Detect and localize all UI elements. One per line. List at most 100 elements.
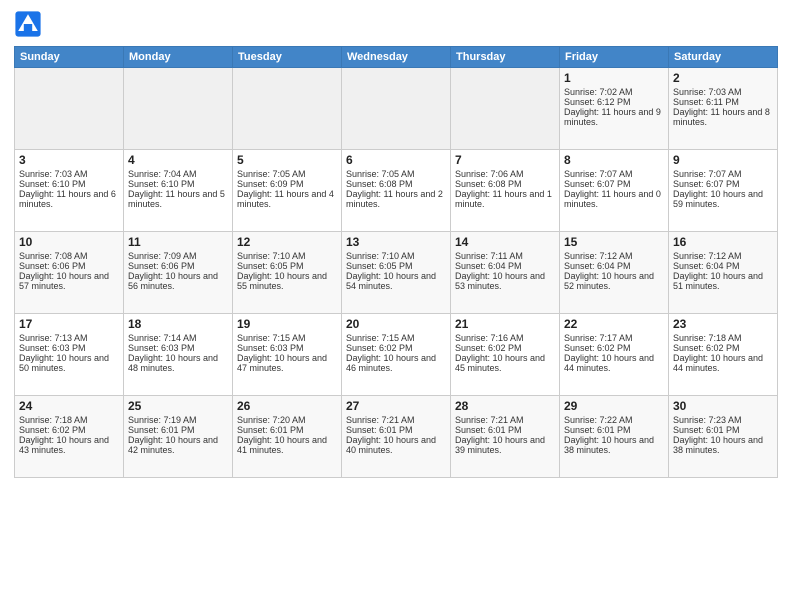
calendar-cell: 16Sunrise: 7:12 AMSunset: 6:04 PMDayligh… xyxy=(669,232,778,314)
daylight-text: Daylight: 10 hours and 42 minutes. xyxy=(128,435,228,455)
calendar-week-row: 24Sunrise: 7:18 AMSunset: 6:02 PMDayligh… xyxy=(15,396,778,478)
daylight-text: Daylight: 10 hours and 44 minutes. xyxy=(564,353,664,373)
sunset-text: Sunset: 6:03 PM xyxy=(237,343,337,353)
calendar-cell xyxy=(124,68,233,150)
day-number: 25 xyxy=(128,399,228,413)
sunset-text: Sunset: 6:05 PM xyxy=(237,261,337,271)
day-number: 10 xyxy=(19,235,119,249)
calendar-cell: 1Sunrise: 7:02 AMSunset: 6:12 PMDaylight… xyxy=(560,68,669,150)
calendar-cell: 20Sunrise: 7:15 AMSunset: 6:02 PMDayligh… xyxy=(342,314,451,396)
sunset-text: Sunset: 6:06 PM xyxy=(128,261,228,271)
daylight-text: Daylight: 11 hours and 4 minutes. xyxy=(237,189,337,209)
calendar-container: SundayMondayTuesdayWednesdayThursdayFrid… xyxy=(0,0,792,612)
sunrise-text: Sunrise: 7:11 AM xyxy=(455,251,555,261)
daylight-text: Daylight: 10 hours and 45 minutes. xyxy=(455,353,555,373)
sunrise-text: Sunrise: 7:22 AM xyxy=(564,415,664,425)
sunset-text: Sunset: 6:10 PM xyxy=(128,179,228,189)
daylight-text: Daylight: 11 hours and 1 minute. xyxy=(455,189,555,209)
weekday-header: Tuesday xyxy=(233,47,342,68)
daylight-text: Daylight: 10 hours and 38 minutes. xyxy=(564,435,664,455)
weekday-header: Wednesday xyxy=(342,47,451,68)
sunrise-text: Sunrise: 7:21 AM xyxy=(455,415,555,425)
calendar-week-row: 3Sunrise: 7:03 AMSunset: 6:10 PMDaylight… xyxy=(15,150,778,232)
day-number: 29 xyxy=(564,399,664,413)
day-number: 28 xyxy=(455,399,555,413)
calendar-cell xyxy=(451,68,560,150)
day-number: 24 xyxy=(19,399,119,413)
calendar-cell: 4Sunrise: 7:04 AMSunset: 6:10 PMDaylight… xyxy=(124,150,233,232)
sunrise-text: Sunrise: 7:18 AM xyxy=(19,415,119,425)
weekday-header: Thursday xyxy=(451,47,560,68)
calendar-body: 1Sunrise: 7:02 AMSunset: 6:12 PMDaylight… xyxy=(15,68,778,478)
sunrise-text: Sunrise: 7:13 AM xyxy=(19,333,119,343)
daylight-text: Daylight: 10 hours and 40 minutes. xyxy=(346,435,446,455)
calendar-cell: 9Sunrise: 7:07 AMSunset: 6:07 PMDaylight… xyxy=(669,150,778,232)
sunrise-text: Sunrise: 7:07 AM xyxy=(673,169,773,179)
sunrise-text: Sunrise: 7:04 AM xyxy=(128,169,228,179)
sunset-text: Sunset: 6:01 PM xyxy=(128,425,228,435)
calendar-cell: 19Sunrise: 7:15 AMSunset: 6:03 PMDayligh… xyxy=(233,314,342,396)
daylight-text: Daylight: 10 hours and 52 minutes. xyxy=(564,271,664,291)
logo-icon xyxy=(14,10,42,38)
day-number: 6 xyxy=(346,153,446,167)
calendar-week-row: 1Sunrise: 7:02 AMSunset: 6:12 PMDaylight… xyxy=(15,68,778,150)
day-number: 21 xyxy=(455,317,555,331)
calendar-cell: 3Sunrise: 7:03 AMSunset: 6:10 PMDaylight… xyxy=(15,150,124,232)
calendar-cell: 10Sunrise: 7:08 AMSunset: 6:06 PMDayligh… xyxy=(15,232,124,314)
daylight-text: Daylight: 11 hours and 8 minutes. xyxy=(673,107,773,127)
calendar-header xyxy=(14,10,778,38)
sunrise-text: Sunrise: 7:12 AM xyxy=(673,251,773,261)
calendar-cell: 6Sunrise: 7:05 AMSunset: 6:08 PMDaylight… xyxy=(342,150,451,232)
calendar-table: SundayMondayTuesdayWednesdayThursdayFrid… xyxy=(14,46,778,478)
calendar-cell: 15Sunrise: 7:12 AMSunset: 6:04 PMDayligh… xyxy=(560,232,669,314)
daylight-text: Daylight: 10 hours and 56 minutes. xyxy=(128,271,228,291)
sunset-text: Sunset: 6:02 PM xyxy=(346,343,446,353)
sunrise-text: Sunrise: 7:17 AM xyxy=(564,333,664,343)
day-number: 5 xyxy=(237,153,337,167)
calendar-cell xyxy=(342,68,451,150)
calendar-cell: 29Sunrise: 7:22 AMSunset: 6:01 PMDayligh… xyxy=(560,396,669,478)
sunset-text: Sunset: 6:01 PM xyxy=(346,425,446,435)
sunrise-text: Sunrise: 7:20 AM xyxy=(237,415,337,425)
day-number: 27 xyxy=(346,399,446,413)
sunrise-text: Sunrise: 7:10 AM xyxy=(346,251,446,261)
daylight-text: Daylight: 10 hours and 53 minutes. xyxy=(455,271,555,291)
sunrise-text: Sunrise: 7:03 AM xyxy=(19,169,119,179)
sunrise-text: Sunrise: 7:06 AM xyxy=(455,169,555,179)
calendar-thead: SundayMondayTuesdayWednesdayThursdayFrid… xyxy=(15,47,778,68)
sunset-text: Sunset: 6:08 PM xyxy=(346,179,446,189)
weekday-header: Monday xyxy=(124,47,233,68)
sunrise-text: Sunrise: 7:14 AM xyxy=(128,333,228,343)
sunset-text: Sunset: 6:04 PM xyxy=(455,261,555,271)
sunset-text: Sunset: 6:02 PM xyxy=(455,343,555,353)
sunset-text: Sunset: 6:01 PM xyxy=(673,425,773,435)
calendar-cell: 11Sunrise: 7:09 AMSunset: 6:06 PMDayligh… xyxy=(124,232,233,314)
sunrise-text: Sunrise: 7:19 AM xyxy=(128,415,228,425)
daylight-text: Daylight: 10 hours and 50 minutes. xyxy=(19,353,119,373)
calendar-cell: 8Sunrise: 7:07 AMSunset: 6:07 PMDaylight… xyxy=(560,150,669,232)
day-number: 3 xyxy=(19,153,119,167)
sunset-text: Sunset: 6:10 PM xyxy=(19,179,119,189)
daylight-text: Daylight: 10 hours and 51 minutes. xyxy=(673,271,773,291)
calendar-cell xyxy=(15,68,124,150)
sunset-text: Sunset: 6:09 PM xyxy=(237,179,337,189)
daylight-text: Daylight: 10 hours and 39 minutes. xyxy=(455,435,555,455)
day-number: 19 xyxy=(237,317,337,331)
sunset-text: Sunset: 6:05 PM xyxy=(346,261,446,271)
logo xyxy=(14,10,46,38)
sunset-text: Sunset: 6:02 PM xyxy=(564,343,664,353)
calendar-cell: 12Sunrise: 7:10 AMSunset: 6:05 PMDayligh… xyxy=(233,232,342,314)
sunset-text: Sunset: 6:03 PM xyxy=(19,343,119,353)
day-number: 22 xyxy=(564,317,664,331)
calendar-cell: 2Sunrise: 7:03 AMSunset: 6:11 PMDaylight… xyxy=(669,68,778,150)
sunrise-text: Sunrise: 7:15 AM xyxy=(346,333,446,343)
day-number: 14 xyxy=(455,235,555,249)
daylight-text: Daylight: 10 hours and 38 minutes. xyxy=(673,435,773,455)
sunset-text: Sunset: 6:07 PM xyxy=(564,179,664,189)
sunrise-text: Sunrise: 7:21 AM xyxy=(346,415,446,425)
weekday-header: Friday xyxy=(560,47,669,68)
daylight-text: Daylight: 10 hours and 41 minutes. xyxy=(237,435,337,455)
day-number: 13 xyxy=(346,235,446,249)
day-number: 15 xyxy=(564,235,664,249)
daylight-text: Daylight: 10 hours and 55 minutes. xyxy=(237,271,337,291)
